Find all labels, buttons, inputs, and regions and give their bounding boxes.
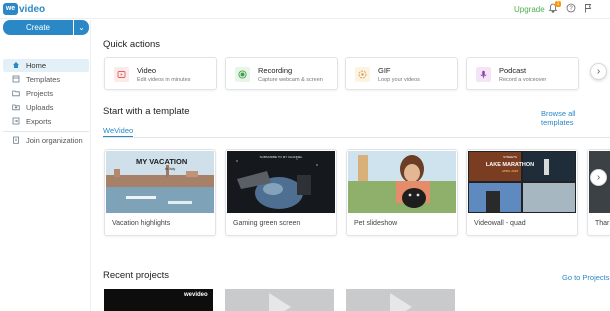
sidebar-item-exports[interactable]: Exports <box>3 115 89 128</box>
quick-action-title: Video <box>137 66 157 75</box>
quick-actions-next-button[interactable]: › <box>590 63 607 80</box>
logo-badge: we <box>3 3 18 15</box>
template-card-videowall[interactable]: STREETS LAKE MARATHON APRIL 2018 Videowa… <box>466 149 578 236</box>
sidebar-item-label: Uploads <box>26 103 54 112</box>
export-icon <box>10 117 22 127</box>
gif-icon <box>355 67 370 82</box>
recent-project-1[interactable]: wevideo <box>104 289 213 311</box>
quick-action-title: Podcast <box>499 66 527 75</box>
microphone-icon <box>476 67 491 82</box>
template-card-gaming[interactable]: SUBSCRIBE TO MY CHANNEL Gaming green scr… <box>225 149 337 236</box>
notification-badge: 1 <box>555 1 561 7</box>
quick-action-subtitle: Loop your videos <box>378 77 420 83</box>
template-card-partial[interactable]: Thar <box>587 149 610 236</box>
video-icon <box>114 67 129 82</box>
template-label: Vacation highlights <box>112 220 171 227</box>
upgrade-link[interactable]: Upgrade <box>514 5 545 14</box>
template-thumbnail <box>348 151 456 213</box>
thumb-subtitle: APRIL 2018 <box>502 169 518 173</box>
sidebar-item-templates[interactable]: Templates <box>3 73 89 86</box>
sidebar-item-label: Join organization <box>26 136 83 145</box>
sidebar-item-home[interactable]: Home <box>3 59 89 72</box>
sidebar-divider <box>3 131 89 132</box>
thumb-title: LAKE MARATHON <box>486 162 534 168</box>
chevron-down-icon: ⌄ <box>78 23 85 32</box>
help-icon[interactable]: ? <box>565 3 577 15</box>
template-thumbnail: STREETS LAKE MARATHON APRIL 2018 <box>468 151 576 213</box>
tab-underline <box>103 137 610 138</box>
thumb-title: SUBSCRIBE TO MY CHANNEL <box>260 155 303 159</box>
template-label: Pet slideshow <box>354 220 398 227</box>
chevron-right-icon: › <box>596 172 601 183</box>
home-icon <box>10 61 22 71</box>
template-label: Gaming green screen <box>233 220 301 227</box>
browse-all-templates-link[interactable]: Browse all templates <box>541 109 610 127</box>
quick-action-title: Recording <box>258 66 293 75</box>
go-to-projects-link[interactable]: Go to Projects <box>562 273 610 282</box>
create-dropdown-button[interactable]: ⌄ <box>74 20 89 35</box>
project-watermark: wevideo <box>184 292 208 298</box>
thumb-subtitle: to Italy <box>165 167 176 171</box>
template-thumbnail: SUBSCRIBE TO MY CHANNEL <box>227 151 335 213</box>
quick-action-video[interactable]: Video Edit videos in minutes <box>104 57 217 90</box>
logo-text: video <box>19 3 46 15</box>
templates-icon <box>10 75 22 85</box>
template-card-pet[interactable]: Pet slideshow <box>346 149 458 236</box>
quick-action-gif[interactable]: GIF Loop your videos <box>345 57 458 90</box>
sidebar-item-label: Templates <box>26 75 61 84</box>
recent-project-2[interactable] <box>225 289 334 311</box>
upload-icon <box>10 103 22 113</box>
quick-action-recording[interactable]: Recording Capture webcam & screen <box>225 57 338 90</box>
thumb-title: MY VACATION <box>136 157 187 166</box>
organization-icon <box>10 136 22 146</box>
record-icon <box>235 67 250 82</box>
placeholder-play-icon <box>390 293 412 311</box>
placeholder-play-icon <box>269 293 291 311</box>
sidebar-item-label: Exports <box>26 117 52 126</box>
sidebar-item-join-organization[interactable]: Join organization <box>3 134 89 147</box>
sidebar-item-label: Home <box>26 61 47 70</box>
top-bar: we video Upgrade 1 ? <box>0 0 610 19</box>
wevideo-logo[interactable]: we video <box>3 3 45 15</box>
tab-wevideo[interactable]: WeVideo <box>103 126 134 137</box>
quick-action-podcast[interactable]: Podcast Record a voiceover <box>466 57 579 90</box>
sidebar-item-label: Projects <box>26 89 54 98</box>
template-label: Videowall - quad <box>474 220 526 227</box>
quick-action-subtitle: Capture webcam & screen <box>258 77 323 83</box>
app-root: we video Upgrade 1 ? Create ⌄ Home Templ… <box>0 0 610 311</box>
template-label: Thar <box>595 220 610 227</box>
sidebar-item-projects[interactable]: Projects <box>3 87 89 100</box>
template-thumbnail: MY VACATION to Italy <box>106 151 214 213</box>
quick-action-title: GIF <box>378 66 391 75</box>
quick-actions-heading: Quick actions <box>103 39 161 50</box>
create-button[interactable]: Create <box>3 20 73 35</box>
templates-next-button[interactable]: › <box>590 169 607 186</box>
sidebar-item-uploads[interactable]: Uploads <box>3 101 89 114</box>
svg-text:?: ? <box>569 6 573 12</box>
folder-icon <box>10 89 22 99</box>
chevron-right-icon: › <box>596 66 601 77</box>
quick-action-subtitle: Record a voiceover <box>499 77 547 83</box>
recent-project-3[interactable] <box>346 289 455 311</box>
template-card-vacation[interactable]: MY VACATION to Italy Vacation highlights <box>104 149 216 236</box>
thumb-top: STREETS <box>503 155 517 159</box>
quick-action-subtitle: Edit videos in minutes <box>137 77 191 83</box>
templates-heading: Start with a template <box>103 106 190 117</box>
recent-projects-heading: Recent projects <box>103 270 170 281</box>
flag-icon[interactable] <box>582 3 594 15</box>
